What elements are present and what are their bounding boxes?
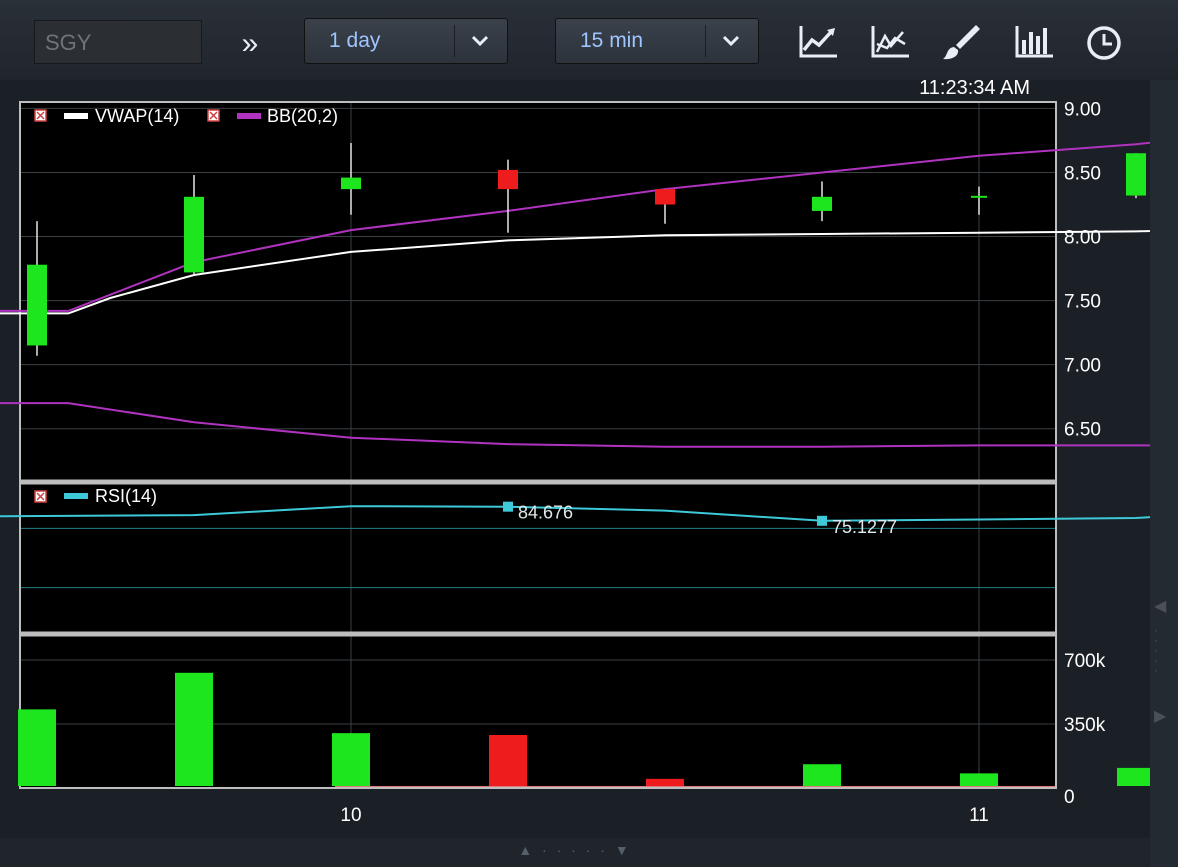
volume-tick-label: 700k (1064, 651, 1106, 672)
candle (1126, 153, 1146, 199)
candle-body (498, 169, 518, 190)
x-tick-label: 10 (340, 805, 361, 826)
price-tick-label: 7.00 (1064, 356, 1101, 377)
period-dropdown[interactable]: 1 day (304, 18, 508, 64)
drag-handle-icon[interactable]: · · · · · (1154, 624, 1158, 676)
price-tick-label: 9.00 (1064, 99, 1101, 120)
remove-rsi-icon[interactable] (34, 490, 47, 503)
candle-body (27, 264, 47, 346)
panel-resize-handle[interactable]: ▲ · · · · · ▼ (510, 842, 640, 858)
price-tick-label: 7.50 (1064, 292, 1101, 313)
chart-toolbar: SGY » 1 day 15 min (0, 0, 1178, 81)
side-scroll-strip[interactable] (1150, 80, 1178, 867)
rsi-value-label: 75.1277 (832, 517, 897, 537)
go-arrows-icon[interactable]: » (232, 24, 268, 64)
stock-chart[interactable]: 11:23:34 AM 1011121314159.008.508.007.50… (0, 80, 1150, 838)
price-tick-label: 8.50 (1064, 163, 1101, 184)
legend-vwap: VWAP(14) (95, 106, 179, 126)
candle-body (1126, 153, 1146, 196)
chevron-down-icon (722, 35, 740, 47)
volume-bar (175, 672, 213, 786)
candle-body (655, 189, 675, 205)
rsi-value-label: 84.676 (518, 503, 573, 523)
volume-bar (332, 733, 370, 786)
volume-tick-label: 350k (1064, 715, 1106, 736)
remove-vwap-icon[interactable] (34, 109, 47, 122)
chevron-down-icon (471, 35, 489, 47)
volume-bar (489, 734, 527, 786)
remove-bollinger-icon[interactable] (207, 109, 220, 122)
bar-chart-icon[interactable] (1013, 22, 1055, 62)
volume-bar (646, 778, 684, 786)
volume-bar (1117, 767, 1150, 786)
chevron-left-icon[interactable]: ◀ (1154, 596, 1166, 616)
rsi-marker (817, 515, 827, 526)
volume-bar (18, 709, 56, 786)
volume-bar (803, 764, 841, 786)
legend-swatch (237, 113, 261, 119)
legend-swatch (64, 113, 88, 119)
draw-brush-icon[interactable] (940, 22, 982, 62)
legend-rsi: RSI(14) (95, 486, 157, 506)
candle-body (341, 177, 361, 190)
volume-bar (960, 773, 998, 786)
volume-tick-label: 0 (1064, 787, 1075, 808)
clock-icon[interactable] (1084, 22, 1126, 62)
x-tick-label: 11 (969, 805, 989, 826)
legend-swatch (64, 493, 88, 499)
chevron-right-icon[interactable]: ▶ (1154, 706, 1166, 726)
time-display: 11:23:34 AM (919, 80, 1030, 99)
legend-bollinger: BB(20,2) (267, 106, 338, 126)
candle-body (184, 196, 204, 273)
interval-dropdown-label: 15 min (580, 29, 644, 52)
symbol-input[interactable]: SGY (34, 20, 202, 64)
price-tick-label: 8.00 (1064, 228, 1101, 249)
indicator-chart-icon[interactable] (869, 22, 911, 62)
rsi-marker (503, 501, 513, 512)
line-chart-icon[interactable] (797, 22, 839, 62)
period-dropdown-label: 1 day (329, 29, 381, 52)
candle-body (812, 196, 832, 211)
price-tick-label: 6.50 (1064, 420, 1101, 441)
interval-dropdown[interactable]: 15 min (555, 18, 759, 64)
